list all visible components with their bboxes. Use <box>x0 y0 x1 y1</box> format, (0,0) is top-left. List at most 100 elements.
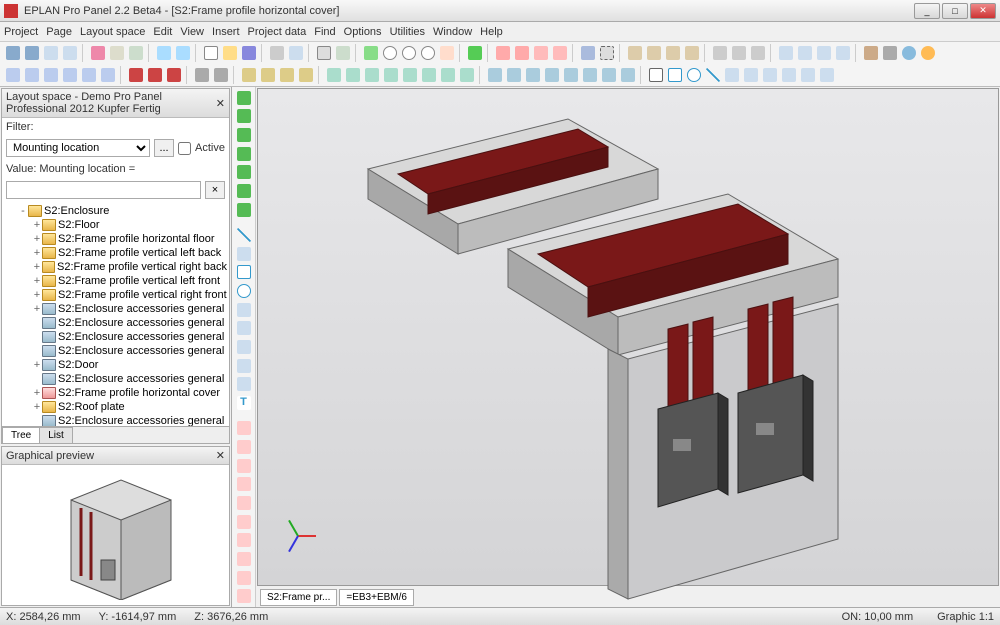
tree-node[interactable]: +S2:Frame profile vertical right back <box>4 260 227 274</box>
tree-expander-icon[interactable]: + <box>32 358 42 372</box>
tool-route2-icon[interactable] <box>259 66 277 84</box>
minimize-button[interactable]: _ <box>914 3 940 19</box>
tool-dim-a-icon[interactable] <box>799 66 817 84</box>
tool-zoom-out-icon[interactable] <box>419 44 437 62</box>
tool-preview-icon[interactable] <box>287 44 305 62</box>
tool-open-icon[interactable] <box>221 44 239 62</box>
tree-node[interactable]: +S2:Frame profile vertical right front <box>4 288 227 302</box>
tool-print-icon[interactable] <box>268 44 286 62</box>
tool-cube1-icon[interactable] <box>626 44 644 62</box>
tool-rail2-icon[interactable] <box>212 66 230 84</box>
tool-add-icon[interactable] <box>466 44 484 62</box>
vtool-d10-icon[interactable] <box>235 587 253 605</box>
tool-cube4-icon[interactable] <box>683 44 701 62</box>
tree-node[interactable]: +S2:Enclosure accessories general <box>4 302 227 316</box>
menu-page[interactable]: Page <box>46 26 72 38</box>
vtool-d6-icon[interactable] <box>235 513 253 531</box>
layout-tree[interactable]: -S2:Enclosure+S2:Floor+S2:Frame profile … <box>2 202 229 426</box>
tree-node[interactable]: +S2:Door <box>4 358 227 372</box>
tool-t1-icon[interactable] <box>777 44 795 62</box>
tree-node[interactable]: +S2:Frame profile horizontal floor <box>4 232 227 246</box>
menu-project-data[interactable]: Project data <box>248 26 307 38</box>
tool-dim3-icon[interactable] <box>749 44 767 62</box>
tree-expander-icon[interactable]: + <box>32 386 42 400</box>
tree-expander-icon[interactable]: + <box>32 400 42 414</box>
tool-dim2-icon[interactable] <box>730 44 748 62</box>
tool-iso-icon[interactable] <box>486 66 504 84</box>
tool-cube2-icon[interactable] <box>645 44 663 62</box>
tool-table-icon[interactable] <box>494 44 512 62</box>
tool-align7-icon[interactable] <box>439 66 457 84</box>
tree-expander-icon[interactable]: + <box>32 302 42 316</box>
vtool-arc-icon[interactable] <box>235 301 253 319</box>
vtool-d5-icon[interactable] <box>235 494 253 512</box>
tree-node[interactable]: +S2:Frame profile vertical left front <box>4 274 227 288</box>
menu-find[interactable]: Find <box>314 26 335 38</box>
vtool-spline-icon[interactable] <box>235 338 253 356</box>
tree-node[interactable]: S2:Enclosure accessories general <box>4 344 227 358</box>
tree-node[interactable]: -S2:Enclosure <box>4 204 227 218</box>
tree-expander-icon[interactable]: + <box>32 246 42 260</box>
tool-dim-r-icon[interactable] <box>818 66 836 84</box>
vtool-4-icon[interactable] <box>235 145 253 163</box>
tool-align-icon[interactable] <box>325 66 343 84</box>
tool-iso3-icon[interactable] <box>524 66 542 84</box>
filter-more-button[interactable]: ... <box>154 139 174 157</box>
menu-layout-space[interactable]: Layout space <box>80 26 145 38</box>
tool-iso8-icon[interactable] <box>619 66 637 84</box>
tab-tree[interactable]: Tree <box>2 427 40 443</box>
tool-align3-icon[interactable] <box>363 66 381 84</box>
tool-undo-icon[interactable] <box>155 44 173 62</box>
menu-utilities[interactable]: Utilities <box>390 26 425 38</box>
vtool-d4-icon[interactable] <box>235 476 253 494</box>
tool-new-icon[interactable] <box>202 44 220 62</box>
tool-earth-icon[interactable] <box>900 44 918 62</box>
tool-layout-icon[interactable] <box>334 44 352 62</box>
tool-help-icon[interactable] <box>919 44 937 62</box>
vtool-d8-icon[interactable] <box>235 550 253 568</box>
tool-zoom-in-icon[interactable] <box>400 44 418 62</box>
tool-iso6-icon[interactable] <box>581 66 599 84</box>
vtool-circ-icon[interactable] <box>235 282 253 300</box>
value-input[interactable] <box>6 181 201 199</box>
value-clear-button[interactable]: × <box>205 181 225 199</box>
tool-table4-icon[interactable] <box>551 44 569 62</box>
tree-node[interactable]: S2:Enclosure accessories general <box>4 316 227 330</box>
tool-comp4-icon[interactable] <box>61 66 79 84</box>
tool-page-nav2-icon[interactable] <box>61 44 79 62</box>
tool-comp-icon[interactable] <box>4 66 22 84</box>
tree-node[interactable]: +S2:Frame profile horizontal cover <box>4 386 227 400</box>
tool-comp2-icon[interactable] <box>23 66 41 84</box>
tool-align4-icon[interactable] <box>382 66 400 84</box>
tool-spline-icon[interactable] <box>742 66 760 84</box>
menu-window[interactable]: Window <box>433 26 472 38</box>
vtool-5-icon[interactable] <box>235 164 253 182</box>
vtool-img-icon[interactable] <box>235 375 253 393</box>
vtool-d3-icon[interactable] <box>235 457 253 475</box>
tool-rail-icon[interactable] <box>193 66 211 84</box>
tool-paste-icon[interactable] <box>127 44 145 62</box>
tool-t3-icon[interactable] <box>815 44 833 62</box>
menu-edit[interactable]: Edit <box>153 26 172 38</box>
tool-route-icon[interactable] <box>240 66 258 84</box>
tool-pan-icon[interactable] <box>438 44 456 62</box>
vtool-text-icon[interactable] <box>235 357 253 375</box>
tool-zoom-icon[interactable] <box>381 44 399 62</box>
tool-iso5-icon[interactable] <box>562 66 580 84</box>
tool-wrench-icon[interactable] <box>862 44 880 62</box>
tool-select-icon[interactable] <box>598 44 616 62</box>
tool-text-icon[interactable] <box>647 66 665 84</box>
tool-save-icon[interactable] <box>240 44 258 62</box>
vtool-line-icon[interactable] <box>235 226 253 244</box>
vtool-7-icon[interactable] <box>235 201 253 219</box>
tool-cube3-icon[interactable] <box>664 44 682 62</box>
tool-gear-icon[interactable] <box>881 44 899 62</box>
tool-t2-icon[interactable] <box>796 44 814 62</box>
tool-page-nav-icon[interactable] <box>42 44 60 62</box>
vtool-polyline-icon[interactable] <box>235 245 253 263</box>
model-canvas[interactable] <box>257 88 999 586</box>
tree-node[interactable]: S2:Enclosure accessories general <box>4 414 227 426</box>
filter-select[interactable]: Mounting location <box>6 139 150 157</box>
tree-expander-icon[interactable]: + <box>32 288 42 302</box>
tool-busbar3-icon[interactable] <box>165 66 183 84</box>
